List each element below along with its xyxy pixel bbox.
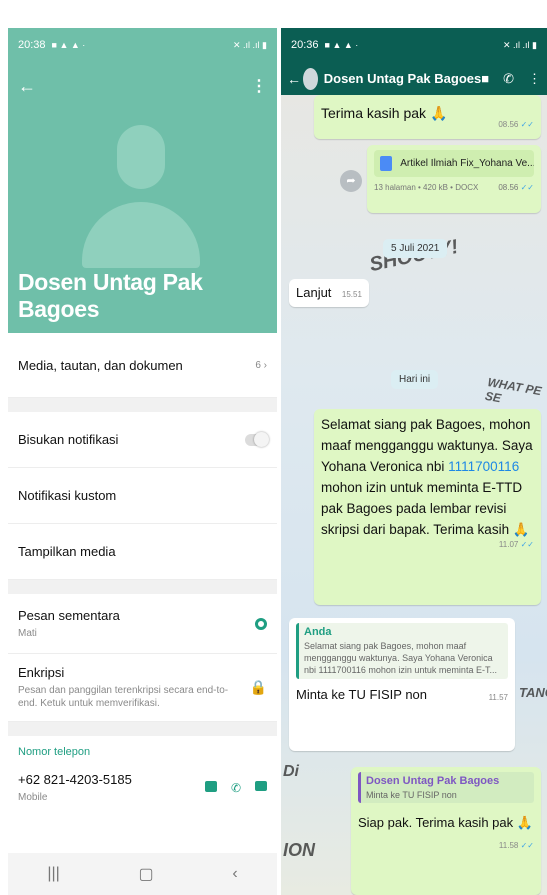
emoji: 🙏 (512, 522, 530, 537)
chat-header: ← Dosen Untag Pak Bagoes ■ ✆ ⋮ (281, 62, 547, 95)
emoji: 🙏 (516, 815, 533, 830)
read-ticks-icon: ✓✓ (520, 841, 534, 850)
section-divider (8, 398, 277, 412)
contact-info-panel: 20:38 ■ ▲ ▲ · ✕ .ıl .ıl ▮ ← ⋮ Dosen Unta… (8, 28, 277, 895)
custom-notifications-row[interactable]: Notifikasi kustom (8, 468, 277, 524)
back-arrow-icon[interactable]: ← (287, 71, 301, 87)
incoming-reply-message[interactable]: Anda Selamat siang pak Bagoes, mohon maa… (289, 618, 515, 751)
mute-toggle[interactable] (245, 431, 269, 447)
quote-text: Selamat siang pak Bagoes, mohon maaf men… (304, 641, 497, 675)
section-divider (8, 722, 277, 736)
message-text: Minta ke TU FISIP non (296, 687, 428, 702)
status-bar: 20:38 ■ ▲ ▲ · ✕ .ıl .ıl ▮ (8, 28, 277, 62)
media-links-docs-row[interactable]: Media, tautan, dan dokumen 6 › (8, 333, 277, 398)
custom-notif-label: Notifikasi kustom (18, 488, 117, 503)
recents-icon[interactable]: ||| (47, 865, 59, 883)
status-right-icons: ✕ .ıl .ıl ▮ (503, 39, 537, 50)
message-time: 08.56 (498, 120, 519, 129)
encryption-row[interactable]: Enkripsi Pesan dan panggilan terenkripsi… (8, 654, 277, 722)
phone-section: Nomor telepon +62 821-4203-5185 Mobile ✆ (8, 736, 277, 804)
message-time: 08.56 (498, 183, 519, 192)
phone-section-label: Nomor telepon (18, 746, 91, 758)
chat-wallpaper: SHOUTY! WHAT PE SE TANCE Di ION Terima k… (281, 95, 547, 895)
message-text: mohon izin untuk meminta E-TTD pak Bagoe… (321, 480, 523, 537)
document-name: Artikel Ilmiah Fix_Yohana Ve... (400, 158, 534, 170)
back-arrow-icon[interactable]: ← (18, 76, 36, 97)
status-left-icons: ■ ▲ ▲ · (51, 40, 86, 50)
outgoing-reply-message[interactable]: Dosen Untag Pak Bagoes Minta ke TU FISIP… (351, 767, 541, 895)
contact-name: Dosen Untag Pak Bagoes (18, 269, 203, 322)
quote-author: Dosen Untag Pak Bagoes (366, 775, 500, 787)
message-text: Terima kasih pak (321, 105, 427, 121)
voice-call-icon[interactable]: ✆ (503, 71, 514, 87)
quote-author: Anda (304, 626, 332, 638)
show-media-label: Tampilkan media (18, 544, 116, 559)
encryption-label: Enkripsi (18, 665, 65, 680)
message-time: 11.58 (498, 841, 519, 850)
document-meta: 13 halaman • 420 kB • DOCX (374, 183, 479, 192)
chat-panel: 20:36 ■ ▲ ▲ · ✕ .ıl .ıl ▮ ← Dosen Untag … (281, 28, 547, 895)
default-avatar-body (82, 202, 200, 268)
encryption-description: Pesan dan panggilan terenkripsi secara e… (18, 685, 229, 709)
section-divider (8, 580, 277, 594)
message-time: 11.57 (488, 693, 508, 702)
status-bar: 20:36 ■ ▲ ▲ · ✕ .ıl .ıl ▮ (281, 28, 547, 62)
nbi-link[interactable]: 1111700116 (448, 459, 519, 474)
wallpaper-doodle: ION (283, 840, 316, 860)
status-time: 20:38 (18, 39, 46, 51)
video-call-icon[interactable]: ■ (481, 71, 489, 87)
wallpaper-doodle: WHAT PE SE (484, 375, 543, 406)
more-options-icon[interactable]: ⋮ (528, 71, 541, 87)
outgoing-message[interactable]: Terima kasih pak 🙏 08.56 ✓✓ (314, 95, 541, 139)
message-text: Lanjut (296, 285, 332, 300)
document-message[interactable]: Artikel Ilmiah Fix_Yohana Ve... 13 halam… (367, 145, 541, 213)
timer-icon (255, 617, 267, 630)
phone-number: +62 821-4203-5185 (18, 772, 132, 787)
message-time: 11.07 (498, 540, 519, 549)
voice-call-icon[interactable]: ✆ (231, 781, 241, 795)
date-chip: Hari ini (391, 370, 439, 389)
more-options-icon[interactable]: ⋮ (251, 76, 267, 96)
home-icon[interactable]: ▢ (139, 864, 154, 884)
quoted-message[interactable]: Dosen Untag Pak Bagoes Minta ke TU FISIP… (358, 772, 534, 803)
date-chip: 5 Juli 2021 (383, 239, 448, 258)
disappearing-label: Pesan sementara (18, 607, 120, 623)
read-ticks-icon: ✓✓ (520, 183, 534, 192)
system-nav-bar: ||| ▢ ‹ (8, 853, 277, 895)
forward-icon[interactable]: ➦ (340, 170, 362, 192)
media-visibility-row[interactable]: Tampilkan media (8, 524, 277, 580)
quoted-message[interactable]: Anda Selamat siang pak Bagoes, mohon maa… (296, 623, 508, 679)
disappearing-value: Mati (18, 627, 37, 639)
mute-notifications-row[interactable]: Bisukan notifikasi (8, 412, 277, 468)
media-label: Media, tautan, dan dokumen (18, 357, 183, 373)
read-ticks-icon: ✓✓ (520, 120, 534, 129)
outgoing-message[interactable]: Selamat siang pak Bagoes, mohon maaf men… (314, 409, 541, 605)
status-time: 20:36 (291, 39, 319, 51)
status-right-icons: ✕ .ıl .ıl ▮ (233, 39, 267, 50)
back-nav-icon[interactable]: ‹ (232, 865, 237, 883)
media-count: 6 › (255, 359, 267, 371)
emoji: 🙏 (429, 105, 448, 121)
lock-icon: 🔒 (249, 679, 267, 695)
document-icon (380, 156, 392, 171)
phone-type: Mobile (18, 792, 48, 803)
read-ticks-icon: ✓✓ (520, 540, 534, 549)
message-icon[interactable] (204, 781, 217, 792)
status-left-icons: ■ ▲ ▲ · (324, 40, 359, 50)
wallpaper-doodle: Di (283, 763, 299, 780)
message-time: 15.51 (341, 290, 362, 299)
contact-header: ← ⋮ Dosen Untag Pak Bagoes (8, 62, 277, 333)
incoming-message[interactable]: Lanjut 15.51 (289, 279, 369, 307)
mute-label: Bisukan notifikasi (18, 432, 119, 447)
default-avatar-head (117, 125, 165, 189)
phone-row[interactable]: +62 821-4203-5185 Mobile ✆ (18, 772, 267, 804)
message-text: Siap pak. Terima kasih pak (358, 815, 514, 830)
avatar[interactable] (303, 67, 318, 90)
quote-text: Minta ke TU FISIP non (366, 790, 457, 800)
wallpaper-doodle: TANCE (519, 685, 547, 700)
chat-title[interactable]: Dosen Untag Pak Bagoes (324, 71, 482, 86)
video-call-icon[interactable] (255, 781, 267, 791)
disappearing-messages-row[interactable]: Pesan sementara Mati (8, 594, 277, 654)
